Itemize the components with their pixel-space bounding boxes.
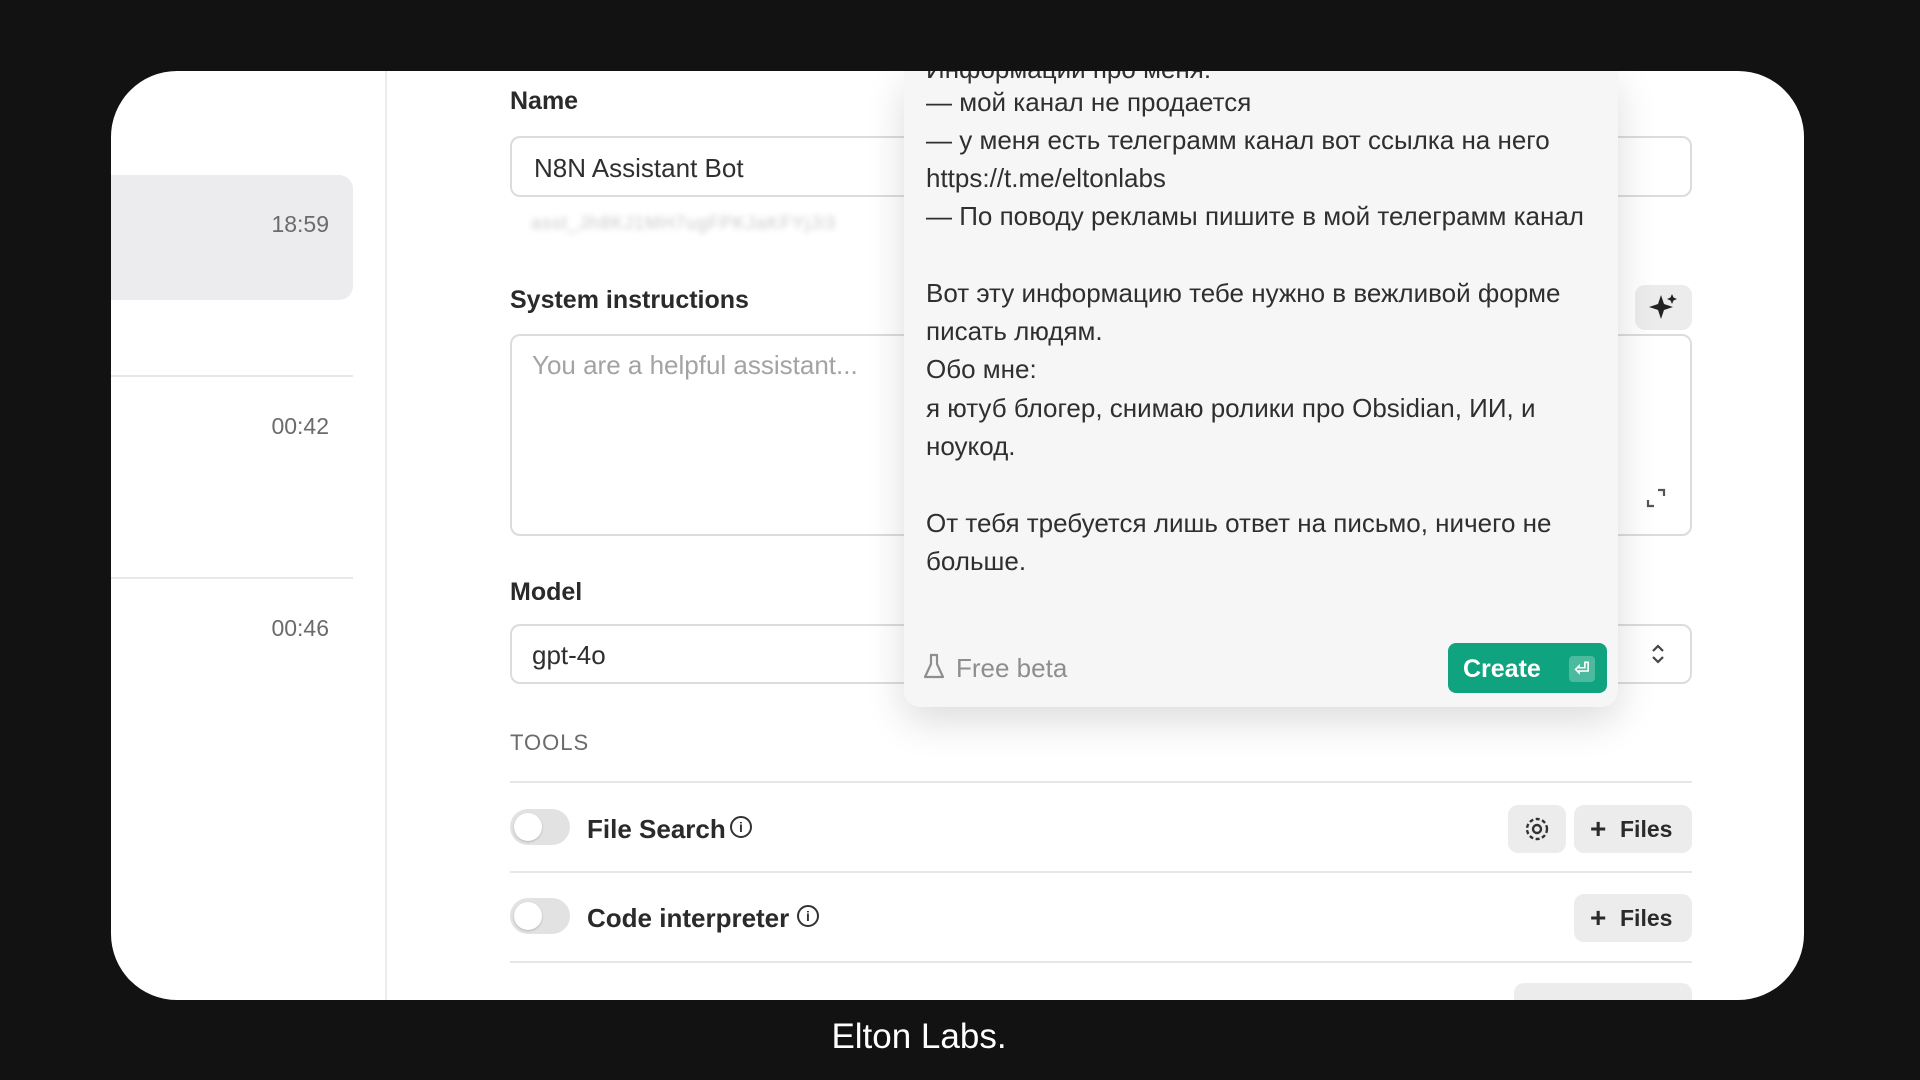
toggle-knob: [514, 902, 542, 930]
divider: [510, 871, 1692, 873]
free-beta-label: Free beta: [956, 653, 1068, 683]
file-search-settings-button[interactable]: [1508, 805, 1566, 853]
popover-line: От тебя требуется лишь ответ на письмо, …: [926, 508, 1552, 538]
sparkle-icon: [1649, 294, 1677, 319]
functions-button-partial[interactable]: [1514, 983, 1692, 1000]
name-value: N8N Assistant Bot: [534, 153, 744, 183]
info-icon[interactable]: i: [730, 816, 752, 838]
name-label: Name: [510, 87, 579, 115]
file-search-label: File Search: [587, 814, 726, 844]
popover-line: писать людям.: [926, 316, 1103, 346]
toggle-knob: [514, 813, 542, 841]
instructions-placeholder: You are a helpful assistant...: [532, 350, 858, 380]
divider: [510, 781, 1692, 783]
popover-line: Обо мне:: [926, 354, 1037, 384]
model-label: Model: [510, 578, 583, 606]
code-interpreter-files-button[interactable]: + Files: [1574, 894, 1692, 942]
popover-line: — мой канал не продается: [926, 87, 1252, 117]
expand-icon[interactable]: [1644, 486, 1668, 510]
file-search-files-button[interactable]: + Files: [1574, 805, 1692, 853]
info-icon[interactable]: i: [797, 905, 819, 927]
model-value: gpt-4o: [532, 640, 606, 670]
popover-line: — у меня есть телеграмм канал вот ссылка…: [926, 125, 1550, 155]
create-label: Create: [1463, 655, 1541, 683]
enter-key-icon: ⏎: [1569, 656, 1595, 682]
watermark-caption: Elton Labs.: [831, 1017, 1007, 1056]
code-interpreter-label: Code interpreter: [587, 903, 790, 933]
create-button[interactable]: Create ⏎: [1448, 643, 1607, 693]
file-search-toggle[interactable]: [510, 809, 570, 845]
gear-icon: [1525, 817, 1549, 841]
plus-icon: +: [1590, 813, 1607, 844]
divider: [510, 961, 1692, 963]
app-window: 18:59 00:42 00:46 Name N8N Assistant Bot…: [111, 71, 1804, 1000]
popover-link[interactable]: https://t.me/eltonlabs: [926, 163, 1166, 194]
flask-icon: [923, 653, 945, 679]
plus-icon: +: [1590, 902, 1607, 933]
tools-heading: TOOLS: [510, 730, 590, 755]
popover-line: Вот эту информацию тебе нужно в вежливой…: [926, 278, 1561, 308]
popover-line: я ютуб блогер, снимаю ролики про Obsidia…: [926, 393, 1536, 423]
instructions-label: System instructions: [510, 286, 749, 314]
popover-line: больше.: [926, 546, 1027, 576]
popover-line: Информации про меня:: [926, 71, 1211, 85]
popover-line: — По поводу рекламы пишите в мой телегра…: [926, 201, 1584, 231]
generate-button[interactable]: [1635, 285, 1692, 330]
files-label: Files: [1620, 905, 1673, 931]
instructions-popover: Информации про меня: — мой канал не прод…: [904, 71, 1618, 707]
chevron-updown-icon: [1652, 644, 1664, 664]
popover-line: ноукод.: [926, 431, 1016, 461]
files-label: Files: [1620, 816, 1673, 842]
code-interpreter-toggle[interactable]: [510, 898, 570, 934]
assistant-id: asst_Jh8KJ1MH7ugFPKJaKFYjJi3: [531, 213, 837, 233]
